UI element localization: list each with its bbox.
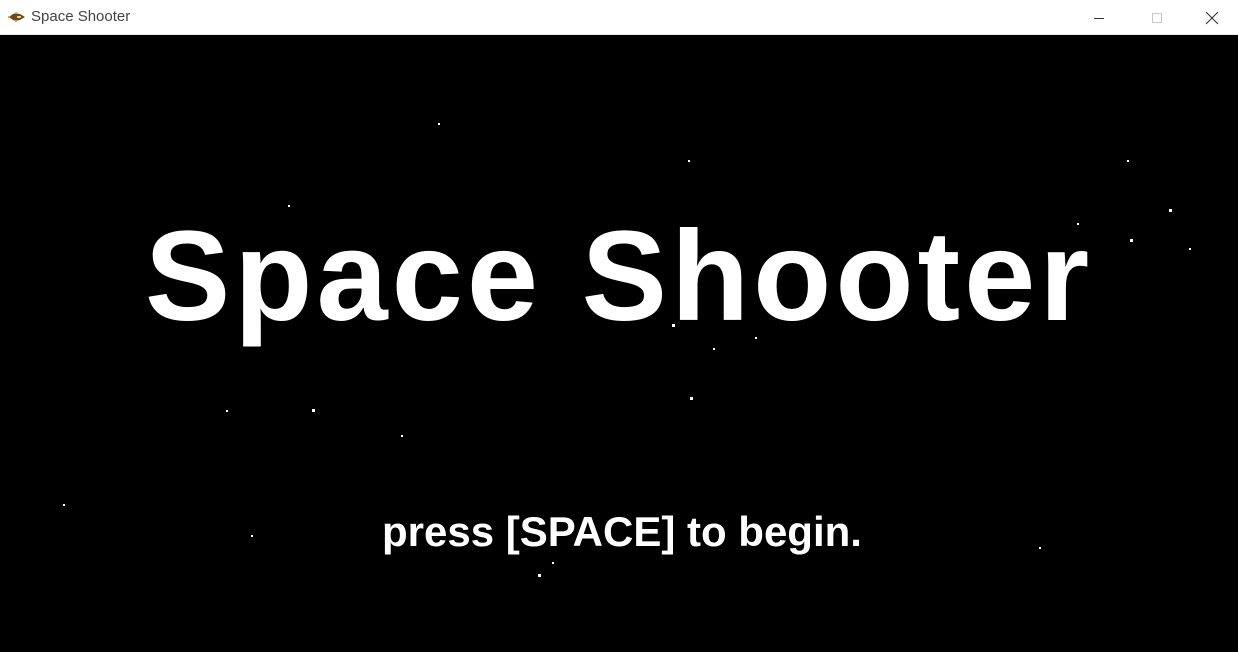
close-icon [1205, 11, 1219, 25]
star [690, 397, 693, 400]
maximize-icon [1151, 12, 1163, 24]
app-window: Space Shooter Space Shooter press [SPACE… [0, 0, 1238, 652]
star [1169, 209, 1172, 212]
start-prompt: press [SPACE] to begin. [382, 508, 862, 555]
maximize-button[interactable] [1128, 0, 1186, 35]
game-title: Space Shooter [144, 205, 1094, 348]
minimize-icon [1093, 12, 1105, 24]
window-title: Space Shooter [31, 8, 131, 25]
star [438, 123, 440, 125]
minimize-button[interactable] [1070, 0, 1128, 35]
star [713, 348, 715, 350]
game-canvas[interactable]: Space Shooter press [SPACE] to begin. [0, 35, 1238, 652]
star [401, 435, 403, 437]
spaceship-icon [8, 10, 26, 22]
title-bar[interactable]: Space Shooter [0, 0, 1238, 35]
star [552, 562, 554, 564]
close-button[interactable] [1186, 0, 1238, 35]
star [688, 160, 690, 162]
star [63, 504, 65, 506]
star [538, 574, 541, 577]
star [312, 409, 315, 412]
star [1127, 160, 1129, 162]
star [226, 410, 228, 412]
